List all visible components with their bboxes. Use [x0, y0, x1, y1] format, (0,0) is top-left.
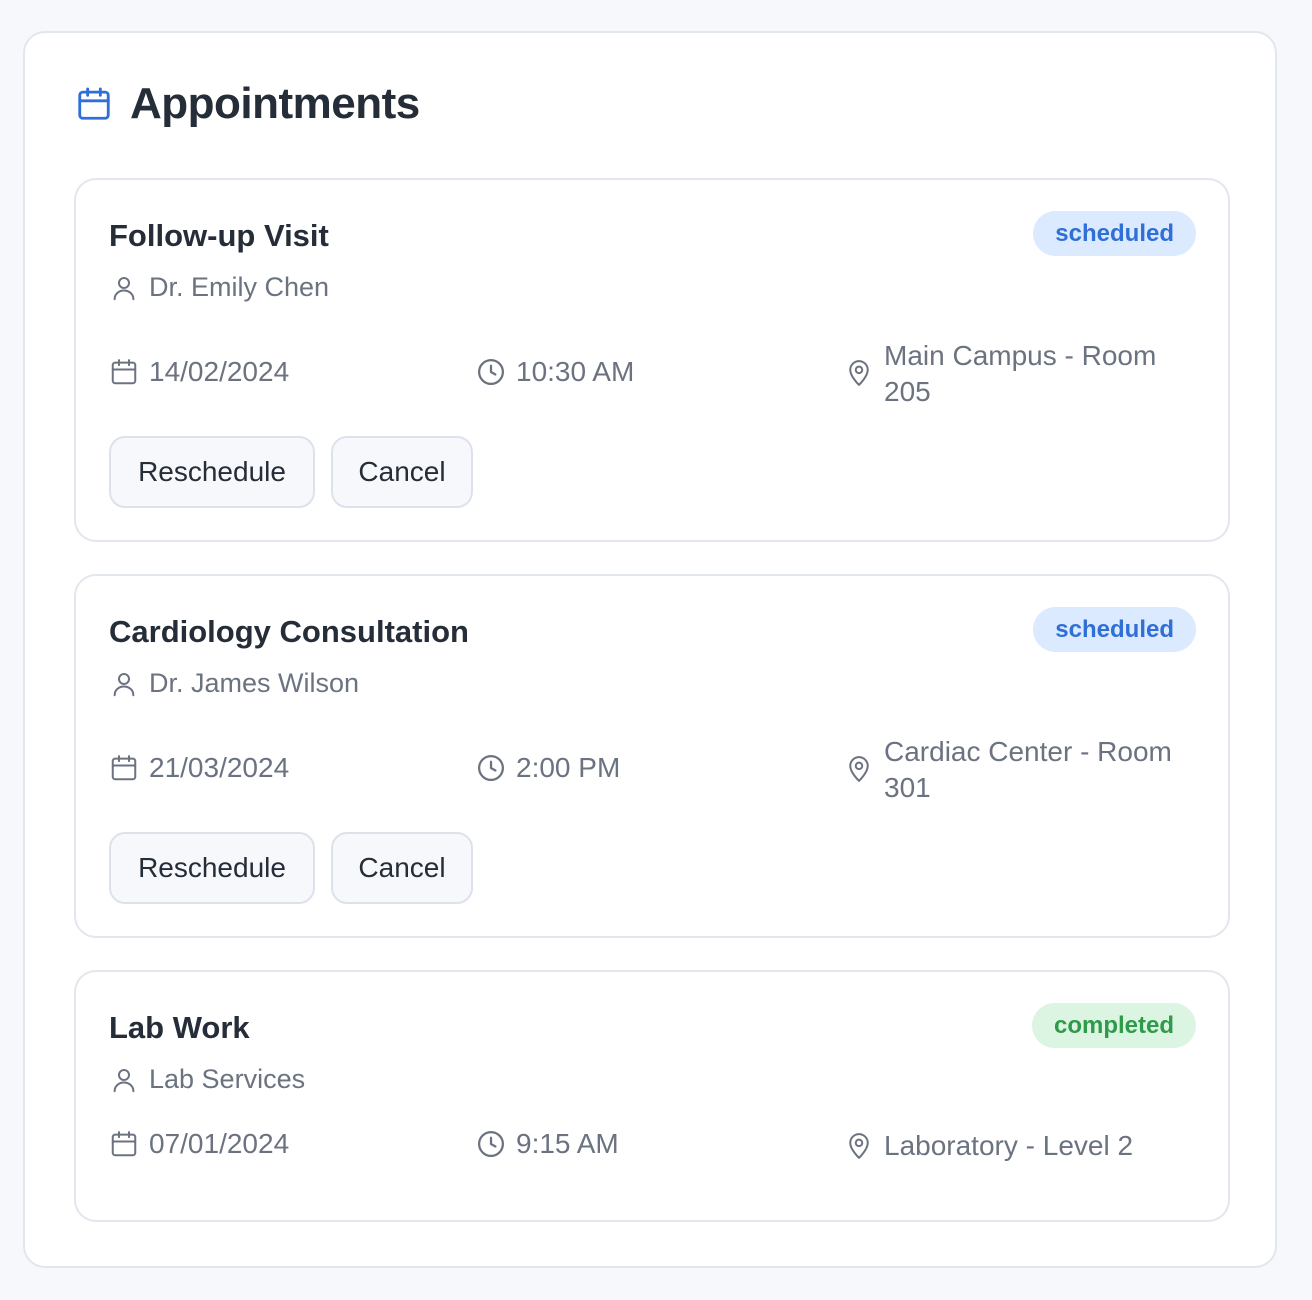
cancel-button[interactable]: Cancel: [331, 832, 473, 904]
calendar-icon: [111, 359, 137, 385]
clock-icon: [478, 1131, 504, 1157]
appointment-location: Main Campus - Room 205: [844, 338, 1184, 410]
appointment-time: 9:15 AM: [476, 1128, 619, 1160]
appointment-title: Follow-up Visit: [109, 218, 329, 253]
map-pin-icon: [849, 1133, 869, 1159]
appointment-date: 14/02/2024: [109, 356, 289, 388]
calendar-icon: [111, 755, 137, 781]
date-text: 07/01/2024: [149, 1128, 290, 1159]
provider-name: Dr. Emily Chen: [149, 272, 330, 302]
calendar-icon: [111, 1131, 137, 1157]
status-badge: scheduled: [1033, 607, 1196, 652]
appointment-location: Laboratory - Level 2: [844, 1128, 1133, 1164]
cancel-button[interactable]: Cancel: [331, 436, 473, 508]
appointment-card: Follow-up Visit scheduled Dr. Emily Chen…: [74, 178, 1230, 542]
reschedule-button[interactable]: Reschedule: [109, 832, 315, 904]
reschedule-button[interactable]: Reschedule: [109, 436, 315, 508]
map-pin-icon: [849, 360, 869, 386]
provider-name: Dr. James Wilson: [149, 668, 360, 698]
map-pin-icon: [849, 756, 869, 782]
date-text: 14/02/2024: [149, 356, 290, 387]
time-text: 10:30 AM: [516, 356, 635, 387]
user-icon: [113, 276, 135, 300]
provider-name: Lab Services: [149, 1064, 306, 1094]
date-text: 21/03/2024: [149, 752, 290, 783]
appointment-date: 21/03/2024: [109, 752, 289, 784]
appointment-date: 07/01/2024: [109, 1128, 289, 1160]
appointment-provider: Dr. James Wilson: [109, 668, 359, 699]
calendar-icon: [78, 87, 110, 120]
appointment-provider: Lab Services: [109, 1064, 305, 1095]
user-icon: [113, 1068, 135, 1092]
appointment-time: 2:00 PM: [476, 752, 620, 784]
location-text: Laboratory - Level 2: [884, 1130, 1134, 1161]
appointment-title: Lab Work: [109, 1010, 250, 1045]
appointment-title: Cardiology Consultation: [109, 614, 469, 649]
page-title: Appointments: [130, 79, 420, 128]
status-badge: completed: [1031, 1003, 1196, 1048]
location-text: Cardiac Center - Room 301: [884, 736, 1172, 803]
panel-header: Appointments: [75, 79, 420, 129]
clock-icon: [478, 755, 504, 781]
time-text: 2:00 PM: [516, 752, 621, 783]
appointment-card: Lab Work completed Lab Services 07/01/20…: [74, 970, 1230, 1222]
clock-icon: [478, 359, 504, 385]
appointments-panel: Appointments Follow-up Visit scheduled D…: [23, 31, 1277, 1268]
appointment-card: Cardiology Consultation scheduled Dr. Ja…: [74, 574, 1230, 938]
status-badge: scheduled: [1033, 211, 1196, 256]
appointment-provider: Dr. Emily Chen: [109, 272, 329, 303]
time-text: 9:15 AM: [516, 1128, 619, 1159]
appointment-time: 10:30 AM: [476, 356, 634, 388]
user-icon: [113, 672, 135, 696]
appointment-location: Cardiac Center - Room 301: [844, 734, 1184, 806]
location-text: Main Campus - Room 205: [884, 340, 1157, 407]
